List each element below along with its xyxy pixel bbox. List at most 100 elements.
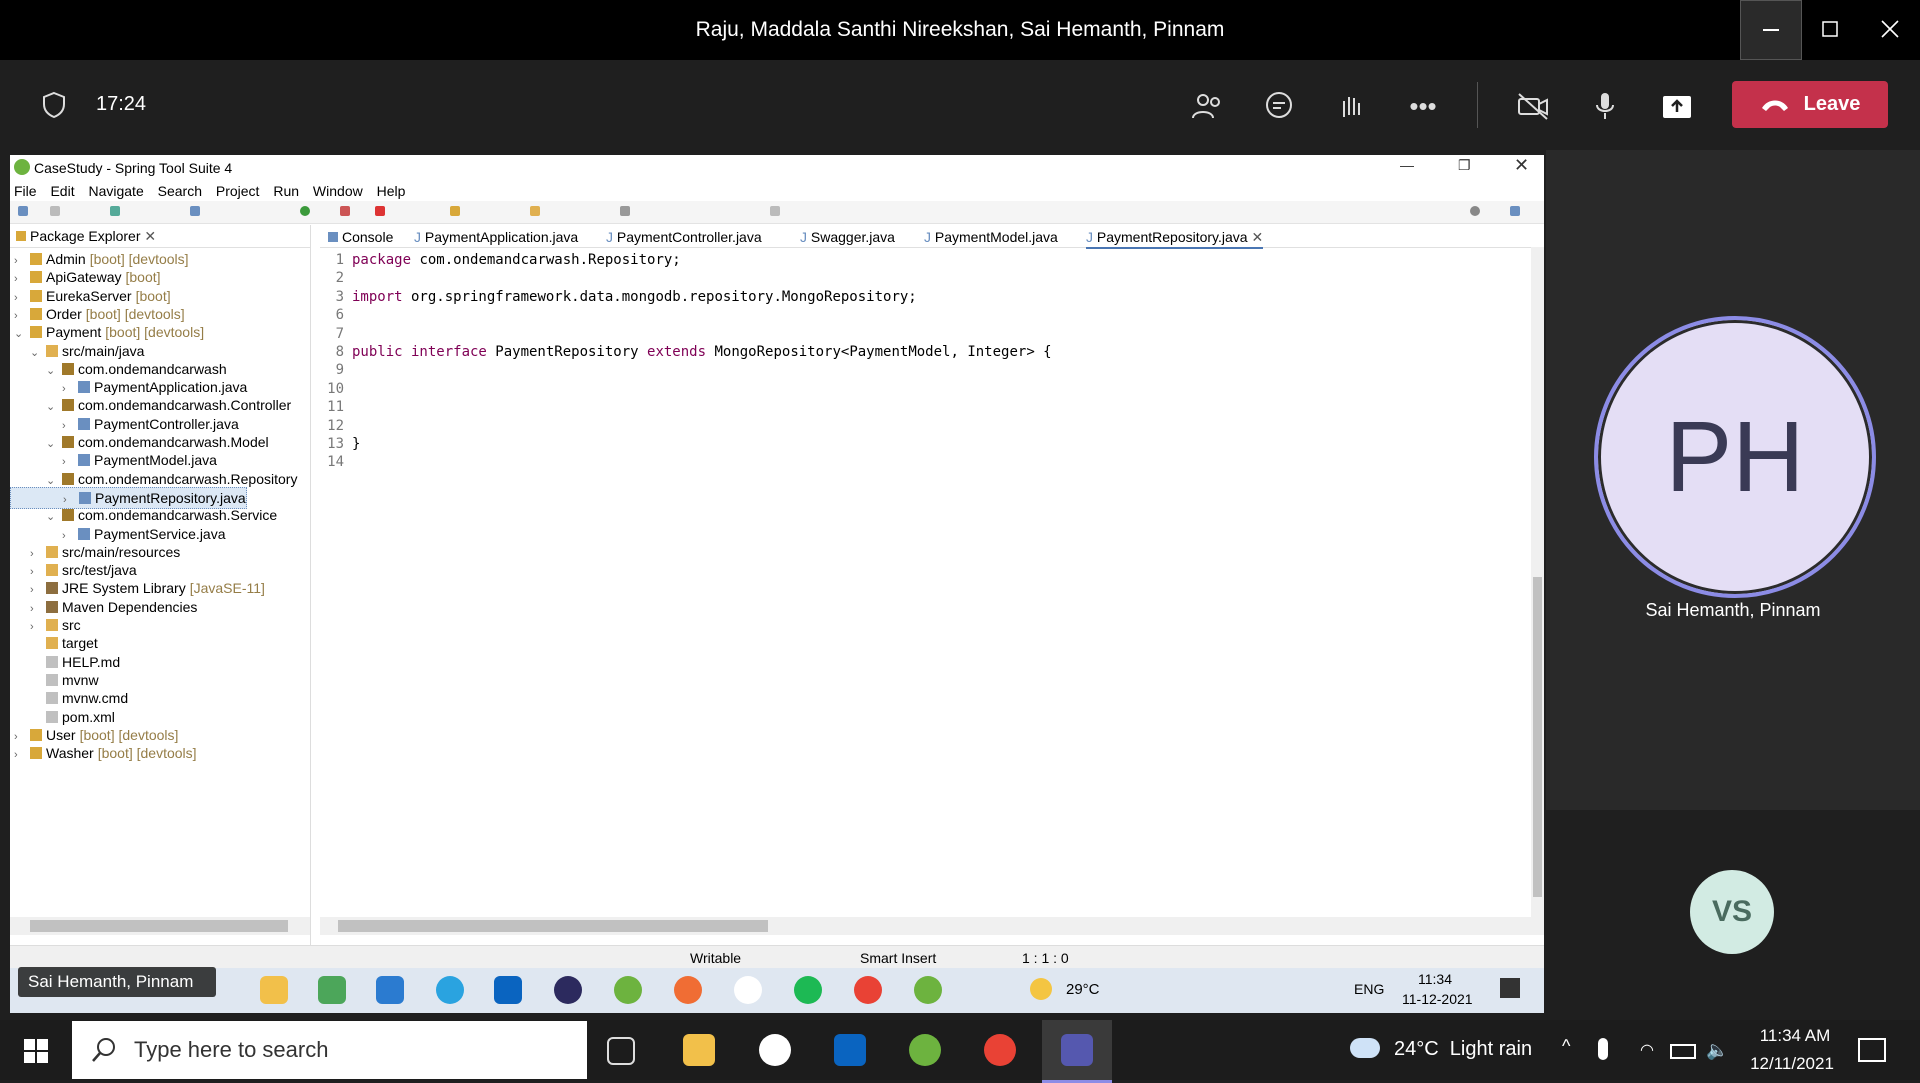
code-line[interactable]: 1 package com.ondemandcarwash.Repository; bbox=[320, 251, 681, 269]
tab-payment-application[interactable]: J PaymentApplication.java bbox=[414, 227, 578, 247]
tree-item[interactable]: mvnw.cmd bbox=[10, 688, 128, 708]
pin-icon[interactable] bbox=[770, 206, 780, 216]
taskbar-time[interactable]: 11:34 AM bbox=[1750, 1026, 1840, 1046]
sts-close-icon[interactable]: ✕ bbox=[1514, 155, 1529, 176]
mongodb-icon[interactable] bbox=[759, 1034, 791, 1066]
battery-icon[interactable] bbox=[1670, 1044, 1696, 1059]
start-button[interactable] bbox=[24, 1039, 48, 1068]
sts-restore-icon[interactable]: ❐ bbox=[1458, 157, 1471, 174]
menu-search[interactable]: Search bbox=[158, 183, 202, 199]
vertical-scrollbar[interactable] bbox=[1531, 247, 1544, 917]
code-line[interactable]: 13} bbox=[320, 435, 360, 453]
code-line[interactable]: 6 bbox=[320, 306, 352, 324]
tree-item[interactable]: ⌄ com.ondemandcarwash.Controller bbox=[10, 395, 291, 415]
tree-item[interactable]: › src/main/resources bbox=[10, 542, 180, 562]
taskbar-date[interactable]: 12/11/2021 bbox=[1742, 1054, 1842, 1074]
tree-item[interactable]: › Order [boot] [devtools] bbox=[10, 304, 185, 324]
editor-horizontal-scrollbar[interactable] bbox=[320, 917, 1544, 935]
tree-item[interactable]: ⌄ com.ondemandcarwash bbox=[10, 359, 227, 379]
horizontal-scrollbar[interactable] bbox=[10, 917, 310, 935]
minimize-button[interactable] bbox=[1740, 0, 1802, 60]
microphone-button[interactable] bbox=[1580, 83, 1630, 129]
scroll-thumb[interactable] bbox=[1533, 577, 1542, 897]
tree-item[interactable]: ⌄ src/main/java bbox=[10, 341, 144, 361]
tab-swagger[interactable]: J Swagger.java bbox=[800, 227, 895, 247]
search-icon[interactable] bbox=[1470, 206, 1480, 216]
chevron-icon[interactable]: › bbox=[14, 745, 28, 765]
menu-window[interactable]: Window bbox=[313, 183, 363, 199]
new-icon[interactable] bbox=[18, 206, 28, 216]
tree-item[interactable]: HELP.md bbox=[10, 652, 120, 672]
tree-item[interactable]: ⌄ Payment [boot] [devtools] bbox=[10, 322, 204, 342]
tree-item[interactable]: ⌄ com.ondemandcarwash.Service bbox=[10, 505, 277, 525]
scroll-thumb[interactable] bbox=[338, 920, 768, 932]
stop-icon[interactable] bbox=[375, 206, 385, 216]
close-view-icon[interactable]: ✕ bbox=[144, 228, 156, 244]
menu-run[interactable]: Run bbox=[273, 183, 299, 199]
spring-tool-icon[interactable] bbox=[909, 1034, 941, 1066]
camera-button[interactable] bbox=[1508, 83, 1558, 129]
tab-payment-repository[interactable]: J PaymentRepository.java ✕ bbox=[1086, 227, 1264, 249]
tree-item[interactable]: › PaymentService.java bbox=[10, 524, 226, 544]
debug-icon[interactable] bbox=[190, 206, 200, 216]
tree-item[interactable]: › PaymentController.java bbox=[10, 414, 239, 434]
file-explorer-icon[interactable] bbox=[683, 1034, 715, 1066]
outlook-icon[interactable] bbox=[834, 1034, 866, 1066]
run-icon[interactable] bbox=[300, 206, 310, 216]
tree-item[interactable]: mvnw bbox=[10, 670, 99, 690]
code-line[interactable]: 7 bbox=[320, 325, 352, 343]
menu-project[interactable]: Project bbox=[216, 183, 260, 199]
sts-minimize-icon[interactable]: — bbox=[1400, 157, 1414, 173]
tree-item[interactable]: › src/test/java bbox=[10, 560, 137, 580]
boot-dashboard-icon[interactable] bbox=[110, 206, 120, 216]
tree-item[interactable]: › PaymentApplication.java bbox=[10, 377, 247, 397]
chevron-up-icon[interactable]: ^ bbox=[1562, 1036, 1570, 1057]
code-line[interactable]: 11 bbox=[320, 398, 352, 416]
open-type-icon[interactable] bbox=[450, 206, 460, 216]
maximize-button[interactable] bbox=[1800, 0, 1860, 58]
tab-payment-controller[interactable]: J PaymentController.java bbox=[606, 227, 762, 247]
tree-item[interactable]: › Washer [boot] [devtools] bbox=[10, 743, 197, 763]
teams-taskbar-button[interactable] bbox=[1042, 1020, 1112, 1083]
code-line[interactable]: 12 bbox=[320, 417, 352, 435]
tab-console[interactable]: Console bbox=[328, 227, 393, 247]
code-line[interactable]: 9 bbox=[320, 361, 352, 379]
participants-button[interactable] bbox=[1182, 83, 1232, 129]
close-tab-icon[interactable]: ✕ bbox=[1251, 229, 1263, 245]
back-icon[interactable] bbox=[620, 206, 630, 216]
chat-button[interactable] bbox=[1254, 83, 1304, 129]
tree-item[interactable]: target bbox=[10, 633, 98, 653]
save-icon[interactable] bbox=[50, 206, 60, 216]
code-line[interactable]: 3 import org.springframework.data.mongodb… bbox=[320, 288, 917, 306]
tree-item[interactable]: › src bbox=[10, 615, 81, 635]
search-tool-icon[interactable] bbox=[530, 206, 540, 216]
more-button[interactable]: ••• bbox=[1398, 83, 1448, 129]
close-button[interactable] bbox=[1860, 0, 1920, 58]
menu-edit[interactable]: Edit bbox=[50, 183, 74, 199]
tree-item[interactable]: › ApiGateway [boot] bbox=[10, 267, 161, 287]
tree-item[interactable]: › Admin [boot] [devtools] bbox=[10, 249, 189, 269]
tree-item[interactable]: › Maven Dependencies bbox=[10, 597, 197, 617]
notifications-icon[interactable] bbox=[1858, 1038, 1886, 1062]
volume-icon[interactable]: 🔈 bbox=[1706, 1040, 1728, 1061]
taskbar-search[interactable]: Type here to search bbox=[72, 1021, 587, 1079]
raise-hand-button[interactable] bbox=[1326, 83, 1376, 129]
tree-item[interactable]: ⌄ com.ondemandcarwash.Model bbox=[10, 432, 269, 452]
task-view-icon[interactable] bbox=[607, 1037, 635, 1065]
tab-payment-model[interactable]: J PaymentModel.java bbox=[924, 227, 1058, 247]
menu-navigate[interactable]: Navigate bbox=[88, 183, 143, 199]
tree-item[interactable]: pom.xml bbox=[10, 707, 115, 727]
menu-help[interactable]: Help bbox=[377, 183, 406, 199]
share-button[interactable] bbox=[1652, 83, 1702, 129]
wifi-icon[interactable]: ◠ bbox=[1640, 1040, 1654, 1060]
code-line[interactable]: 10 bbox=[320, 380, 352, 398]
code-line[interactable]: 2 bbox=[320, 269, 352, 287]
chrome-icon[interactable] bbox=[984, 1034, 1016, 1066]
microphone-icon[interactable] bbox=[1598, 1038, 1608, 1060]
perspective-icon[interactable] bbox=[1510, 206, 1520, 216]
menu-file[interactable]: File bbox=[14, 183, 37, 199]
code-line[interactable]: 8 public interface PaymentRepository exte… bbox=[320, 343, 1052, 361]
tree-item[interactable]: › JRE System Library [JavaSE-11] bbox=[10, 578, 265, 598]
tree-item[interactable]: › User [boot] [devtools] bbox=[10, 725, 178, 745]
leave-button[interactable]: Leave bbox=[1732, 81, 1888, 128]
